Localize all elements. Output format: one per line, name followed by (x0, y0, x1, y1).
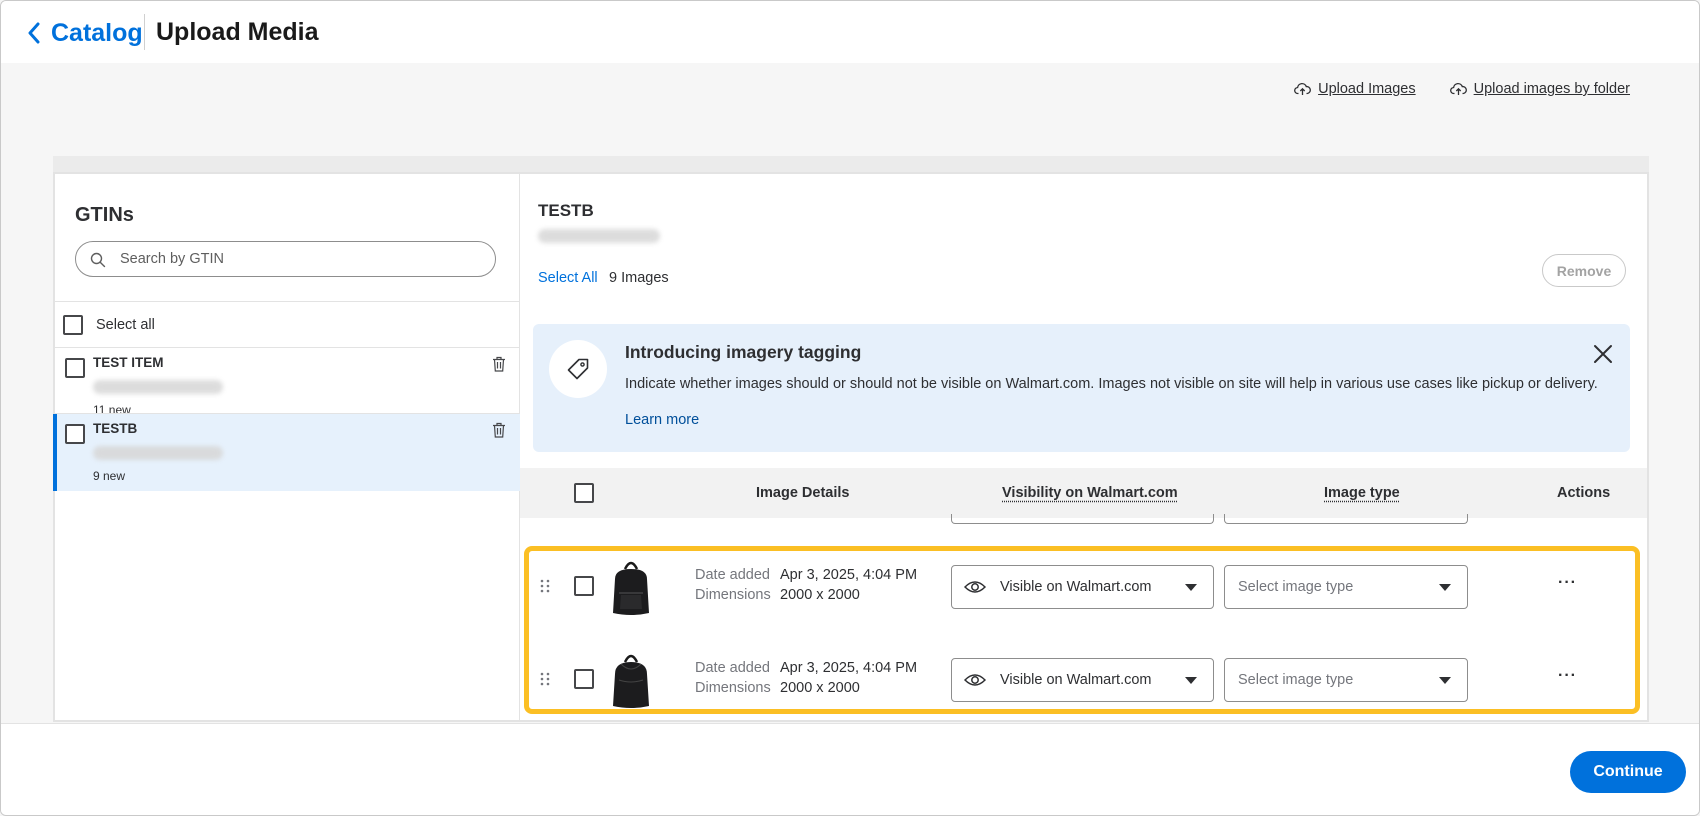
gtin-select-all[interactable]: Select all (63, 315, 155, 335)
back-to-catalog-link[interactable]: Catalog (27, 18, 143, 48)
gtin-panel-title: GTINs (75, 204, 134, 226)
upload-images-label: Upload Images (1318, 81, 1416, 97)
image-type-dropdown-partial[interactable] (1224, 514, 1468, 524)
date-added-label: Date added (695, 567, 770, 583)
gtin-panel: GTINs Select all TEST ITEM 11 new TESTB … (53, 172, 520, 722)
column-header-visibility[interactable]: Visibility on Walmart.com (1002, 485, 1178, 501)
close-icon[interactable] (1593, 344, 1613, 364)
image-count: 9 Images (609, 270, 669, 286)
dimensions-value: 2000 x 2000 (780, 680, 860, 696)
search-icon (90, 252, 106, 268)
trash-icon[interactable] (492, 356, 506, 372)
dimensions-label: Dimensions (695, 680, 771, 696)
more-actions-icon[interactable]: ··· (1558, 575, 1577, 591)
column-header-actions: Actions (1557, 485, 1611, 501)
date-added-label: Date added (695, 660, 770, 676)
image-type-dropdown[interactable]: Select image type (1224, 658, 1468, 702)
gtin-code-redacted (93, 380, 223, 394)
backpack-thumbnail (613, 654, 649, 708)
divider (55, 301, 519, 302)
gtin-item-checkbox[interactable] (65, 358, 85, 378)
trash-icon[interactable] (492, 422, 506, 438)
upload-toolbar: Upload Images Upload images by folder (1294, 81, 1630, 97)
gtin-search (75, 241, 496, 277)
backpack-thumbnail (613, 561, 649, 615)
drag-handle-icon[interactable] (539, 578, 551, 594)
select-all-checkbox[interactable] (63, 315, 83, 335)
image-type-dropdown[interactable]: Select image type (1224, 565, 1468, 609)
gtin-code-redacted (93, 446, 223, 460)
table-row-partial (520, 514, 1647, 526)
table-select-all-checkbox[interactable] (574, 483, 594, 503)
gtin-item-checkbox[interactable] (65, 424, 85, 444)
drag-handle-icon[interactable] (539, 671, 551, 687)
caret-down-icon (1185, 584, 1197, 591)
title-divider (144, 14, 145, 50)
upload-by-folder-link[interactable]: Upload images by folder (1449, 81, 1630, 97)
caret-down-icon (1439, 584, 1451, 591)
header: Catalog Upload Media (1, 1, 1699, 63)
image-panel: TESTB Select All 9 Images Remove Introdu… (520, 172, 1649, 722)
page-title: Upload Media (156, 18, 319, 46)
imagery-tagging-banner: Introducing imagery tagging Indicate whe… (533, 324, 1630, 452)
more-actions-icon[interactable]: ··· (1558, 668, 1577, 684)
gtin-search-input[interactable] (120, 251, 480, 267)
visibility-dropdown[interactable]: Visible on Walmart.com (951, 565, 1214, 609)
date-added-value: Apr 3, 2025, 4:04 PM (780, 660, 918, 676)
column-header-image-details: Image Details (756, 485, 850, 501)
eye-icon (964, 581, 986, 593)
upload-by-folder-label: Upload images by folder (1473, 81, 1630, 97)
banner-icon-circle (549, 340, 607, 398)
upload-images-link[interactable]: Upload Images (1294, 81, 1416, 97)
date-added-value: Apr 3, 2025, 4:04 PM (780, 567, 918, 583)
banner-text: Indicate whether images should or should… (625, 376, 1598, 392)
tag-icon (567, 358, 589, 380)
dimensions-value: 2000 x 2000 (780, 587, 860, 603)
caret-down-icon (1439, 677, 1451, 684)
caret-down-icon (1185, 677, 1197, 684)
image-type-placeholder: Select image type (1238, 672, 1354, 688)
eye-icon (964, 674, 986, 686)
banner-title: Introducing imagery tagging (625, 342, 862, 362)
panel-top-bar (53, 156, 1649, 172)
dimensions-label: Dimensions (695, 587, 771, 603)
continue-button[interactable]: Continue (1570, 751, 1686, 793)
app-window: Catalog Upload Media Upload Images Uploa… (0, 0, 1700, 816)
visibility-dropdown[interactable]: Visible on Walmart.com (951, 658, 1214, 702)
learn-more-link[interactable]: Learn more (625, 412, 699, 428)
back-label: Catalog (51, 18, 143, 47)
gtin-item-name: TESTB (93, 421, 138, 436)
gtin-detail-title: TESTB (538, 201, 594, 220)
table-row: Date added Apr 3, 2025, 4:04 PM Dimensio… (520, 556, 1647, 616)
image-type-placeholder: Select image type (1238, 579, 1354, 595)
chevron-left-icon (28, 22, 40, 44)
gtin-item-name: TEST ITEM (93, 355, 164, 370)
cloud-upload-icon (1449, 82, 1467, 95)
table-row: Date added Apr 3, 2025, 4:04 PM Dimensio… (520, 649, 1647, 709)
visibility-dropdown-partial[interactable] (951, 514, 1214, 524)
gtin-list-item[interactable]: TESTB 9 new (53, 414, 520, 491)
visibility-value: Visible on Walmart.com (1000, 672, 1152, 688)
cloud-upload-icon (1294, 82, 1311, 95)
visibility-value: Visible on Walmart.com (1000, 579, 1152, 595)
row-checkbox[interactable] (574, 576, 594, 596)
gtin-code-redacted (538, 229, 660, 243)
footer-bar: Continue (1, 723, 1699, 815)
gtin-item-count: 9 new (93, 469, 126, 483)
select-all-images-link[interactable]: Select All (538, 270, 598, 286)
column-header-image-type[interactable]: Image type (1324, 485, 1400, 501)
select-all-label: Select all (96, 317, 155, 333)
row-checkbox[interactable] (574, 669, 594, 689)
remove-button[interactable]: Remove (1542, 254, 1626, 287)
image-table-header: Image Details Visibility on Walmart.com … (520, 468, 1647, 518)
